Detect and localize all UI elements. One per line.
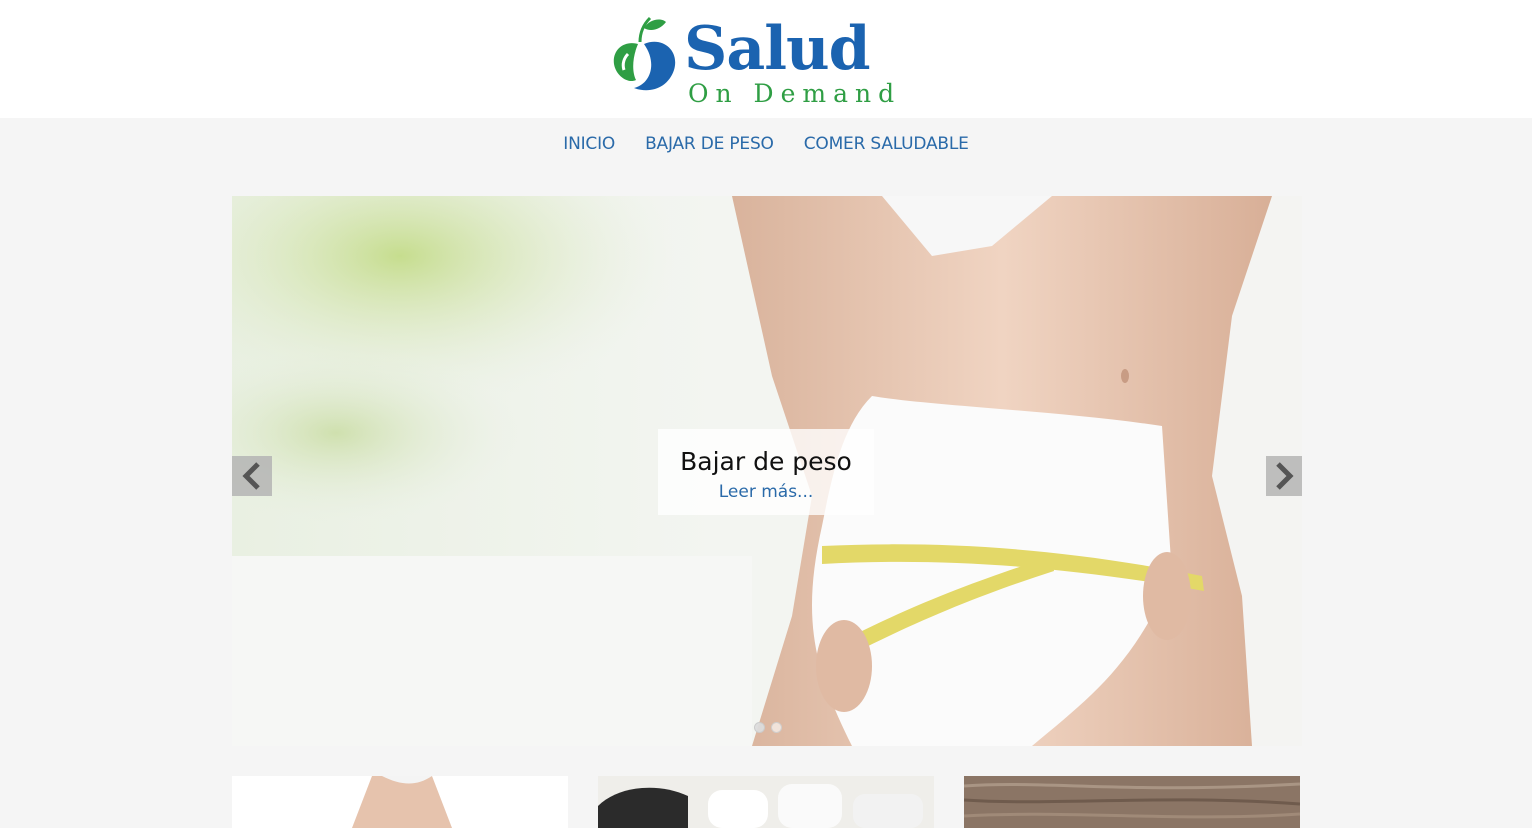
slider-pagination <box>754 722 782 733</box>
slider-dot-2[interactable] <box>771 722 782 733</box>
chevron-left-icon <box>242 462 260 490</box>
article-card-2[interactable] <box>598 776 934 828</box>
slide-caption-title: Bajar de peso <box>680 447 852 476</box>
logo-tagline: On Demand <box>688 79 902 108</box>
card-1-image <box>232 776 568 828</box>
hero-slider: Bajar de peso Leer más... <box>232 196 1302 746</box>
card-3-image <box>964 776 1300 828</box>
site-header: Salud On Demand <box>0 0 1532 118</box>
article-card-1[interactable] <box>232 776 568 828</box>
main-nav: INICIO BAJAR DE PESO COMER SALUDABLE <box>0 118 1532 170</box>
slider-next-button[interactable] <box>1266 456 1302 496</box>
slider-prev-button[interactable] <box>232 456 272 496</box>
logo-wordmark: Salud <box>684 14 871 84</box>
read-more-link[interactable]: Leer más... <box>658 482 874 502</box>
apple-logo-icon <box>613 16 676 91</box>
site-logo[interactable]: Salud On Demand <box>610 14 922 108</box>
nav-item-comer-saludable[interactable]: COMER SALUDABLE <box>804 134 969 154</box>
slide-caption: Bajar de peso Leer más... <box>658 429 874 515</box>
nav-item-inicio[interactable]: INICIO <box>563 134 615 154</box>
card-2-image <box>598 776 934 828</box>
article-card-3[interactable] <box>964 776 1300 828</box>
chevron-right-icon <box>1276 462 1294 490</box>
slider-dot-1[interactable] <box>754 722 765 733</box>
nav-item-bajar-de-peso[interactable]: BAJAR DE PESO <box>645 134 774 154</box>
